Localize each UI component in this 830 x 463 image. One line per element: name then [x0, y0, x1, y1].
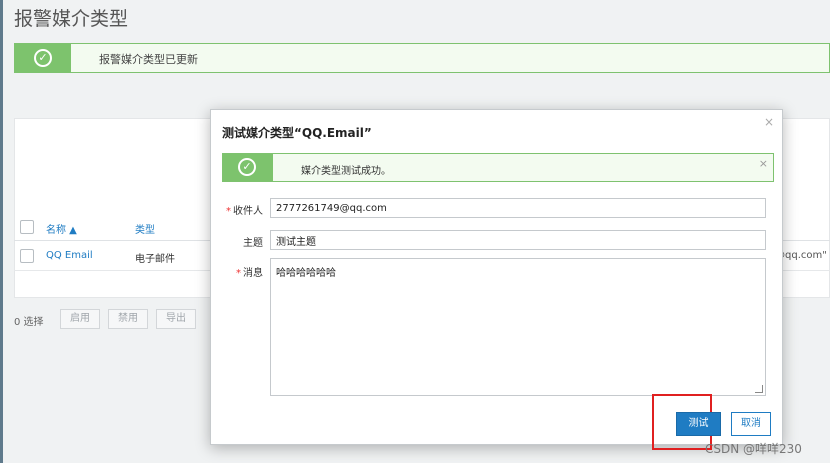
subject-label: 主题: [243, 238, 263, 249]
test-button[interactable]: 测试: [676, 412, 721, 436]
dialog-close-icon[interactable]: ×: [764, 115, 774, 129]
export-button[interactable]: 导出: [156, 309, 196, 329]
message-text: 哈哈哈哈哈哈: [276, 268, 336, 279]
recipient-input[interactable]: [270, 198, 766, 218]
column-header-type[interactable]: 类型: [135, 221, 155, 236]
success-banner: ✓ 报警媒介类型已更新: [14, 43, 830, 73]
dialog-success-banner: ✓ 媒介类型测试成功。 ×: [222, 153, 774, 182]
disable-button[interactable]: 禁用: [108, 309, 148, 329]
banner-close-icon[interactable]: ×: [759, 157, 768, 170]
dialog-title: 测试媒介类型“QQ.Email”: [222, 126, 372, 140]
media-type-type: 电子邮件: [135, 254, 175, 265]
success-icon-box: ✓: [15, 44, 71, 72]
dialog-success-message: 媒介类型测试成功。: [301, 166, 391, 177]
check-circle-icon: ✓: [238, 158, 256, 176]
cancel-button[interactable]: 取消: [731, 412, 771, 436]
page-title: 报警媒介类型: [14, 8, 129, 30]
success-message: 报警媒介类型已更新: [99, 53, 198, 66]
watermark: CSDN @咩咩230: [705, 442, 802, 456]
media-type-name-link[interactable]: QQ Email: [46, 250, 93, 261]
recipient-label: * 收件人: [226, 206, 263, 217]
message-label: * 消息: [236, 268, 263, 279]
row-checkbox[interactable]: [20, 249, 34, 263]
enable-button[interactable]: 启用: [60, 309, 100, 329]
success-icon-box: ✓: [223, 154, 273, 181]
selected-count: 0 选择: [14, 317, 44, 328]
check-circle-icon: ✓: [34, 49, 52, 67]
resize-handle-icon[interactable]: [755, 385, 763, 393]
select-all-checkbox[interactable]: [20, 220, 34, 234]
left-sidebar-edge: [0, 0, 3, 463]
message-textarea[interactable]: 哈哈哈哈哈哈: [270, 258, 766, 396]
bulk-action-bar: 0 选择 启用 禁用 导出: [14, 306, 214, 332]
subject-input[interactable]: [270, 230, 766, 250]
column-header-name[interactable]: 名称 ▲: [46, 221, 77, 236]
